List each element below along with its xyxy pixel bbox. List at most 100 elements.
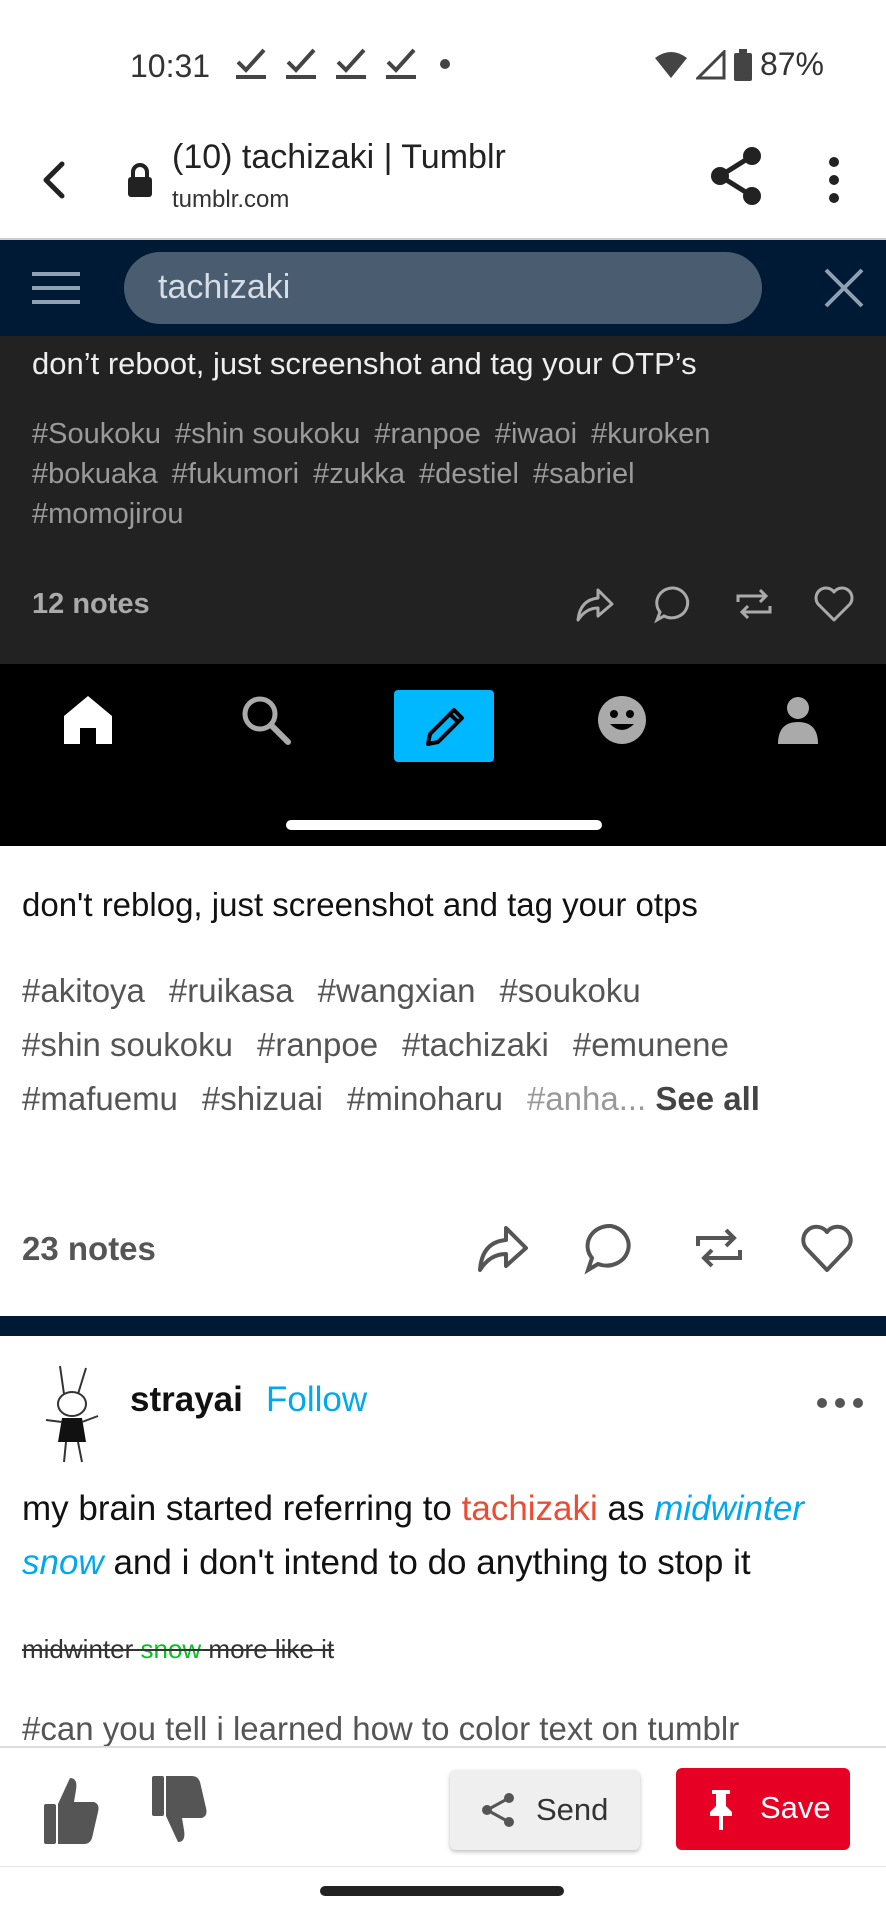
- save-label: Save: [760, 1790, 831, 1825]
- post-tags: #Soukoku #shin soukoku #ranpoe #iwaoi #kurok…: [32, 414, 862, 534]
- status-bar: 10:31 87%: [0, 0, 886, 130]
- post-divider: [0, 1316, 886, 1336]
- follow-button[interactable]: Follow: [266, 1380, 367, 1420]
- account-icon[interactable]: [768, 690, 828, 750]
- status-right: 87%: [654, 46, 824, 83]
- tag[interactable]: #emunene: [573, 1026, 729, 1063]
- post-actions: [474, 1220, 856, 1276]
- more-options-icon[interactable]: [816, 1396, 864, 1410]
- share-arrow-icon[interactable]: [474, 1220, 532, 1276]
- tag[interactable]: #tachizaki: [402, 1026, 549, 1063]
- page-url: tumblr.com: [172, 186, 290, 213]
- tag[interactable]: #kuroken: [591, 418, 710, 450]
- body-text: as: [597, 1489, 655, 1528]
- thumbs-up-icon[interactable]: [40, 1774, 102, 1846]
- post-actions: [572, 582, 856, 626]
- strike-text: more like it: [201, 1634, 335, 1664]
- lock-icon: [128, 163, 152, 197]
- more-vert-icon[interactable]: [820, 156, 848, 204]
- status-time: 10:31: [130, 48, 211, 84]
- tumblr-bottom-nav: [0, 664, 886, 846]
- tag[interactable]: #momojirou: [32, 498, 184, 530]
- post-tags: #akitoya #ruikasa #wangxian #soukoku #shin …: [22, 964, 872, 1126]
- comment-icon[interactable]: [582, 1220, 640, 1276]
- check-download-icon: [236, 48, 266, 79]
- post-text: don’t reboot, just screenshot and tag yo…: [32, 346, 697, 381]
- home-icon[interactable]: [58, 690, 118, 750]
- pencil-icon: [426, 708, 464, 746]
- tag[interactable]: #shin soukoku: [175, 418, 360, 450]
- tag[interactable]: #mafuemu: [22, 1080, 178, 1117]
- comment-icon[interactable]: [652, 582, 696, 626]
- notes-count[interactable]: 12 notes: [32, 588, 150, 621]
- tag-truncated[interactable]: #anha: [527, 1080, 619, 1117]
- close-icon[interactable]: [822, 266, 866, 310]
- tumblr-search-header: tachizaki: [0, 240, 886, 336]
- username[interactable]: strayai: [130, 1380, 243, 1420]
- tag[interactable]: #soukoku: [499, 972, 640, 1009]
- check-download-icon: [286, 48, 316, 79]
- post-text: my brain started referring to tachizaki …: [22, 1482, 872, 1590]
- tag[interactable]: #shin soukoku: [22, 1026, 233, 1063]
- tag[interactable]: #fukumori: [172, 458, 299, 490]
- post: don't reblog, just screenshot and tag yo…: [0, 846, 886, 1316]
- system-gesture-handle: [320, 1886, 564, 1896]
- pin-icon: [710, 1790, 732, 1830]
- search-query: tachizaki: [158, 268, 291, 306]
- tag[interactable]: #ranpoe: [257, 1026, 378, 1063]
- reblog-icon[interactable]: [732, 582, 776, 626]
- share-icon: [482, 1793, 514, 1827]
- tag[interactable]: #minoharu: [347, 1080, 503, 1117]
- body-red-text: tachizaki: [461, 1489, 598, 1528]
- tag[interactable]: #bokuaka: [32, 458, 158, 490]
- wifi-icon: [654, 51, 687, 78]
- body-text: my brain started referring to: [22, 1489, 462, 1528]
- tag[interactable]: #akitoya: [22, 972, 145, 1009]
- battery-level: 87%: [759, 46, 824, 82]
- send-label: Send: [536, 1792, 609, 1827]
- thumbs-down-icon[interactable]: [148, 1774, 210, 1846]
- body-text: and i don't intend to do anything to sto…: [103, 1543, 751, 1582]
- tag[interactable]: #can you tell i learned how to color tex…: [22, 1710, 739, 1746]
- post: strayai Follow my brain started referrin…: [0, 1336, 886, 1746]
- more-notifications-dot: [440, 59, 450, 69]
- search-icon[interactable]: [236, 690, 296, 750]
- back-arrow-icon[interactable]: [34, 152, 74, 208]
- tag[interactable]: #shizuai: [202, 1080, 323, 1117]
- send-button[interactable]: Send: [450, 1770, 640, 1850]
- tag[interactable]: #iwaoi: [495, 418, 577, 450]
- reblog-icon[interactable]: [690, 1220, 748, 1276]
- browser-toolbar: (10) tachizaki | Tumblr tumblr.com: [0, 130, 886, 240]
- tag[interactable]: #Soukoku: [32, 418, 161, 450]
- save-button[interactable]: Save: [676, 1768, 850, 1850]
- bottom-action-bar: Send Save: [0, 1746, 886, 1866]
- create-post-button[interactable]: [394, 690, 494, 762]
- tag-ellipsis: ...: [618, 1080, 647, 1117]
- share-arrow-icon[interactable]: [572, 582, 616, 626]
- see-all-tags-link[interactable]: See all: [655, 1080, 760, 1117]
- tag[interactable]: #zukka: [313, 458, 405, 490]
- avatar[interactable]: [36, 1358, 108, 1468]
- tag[interactable]: #ranpoe: [374, 418, 480, 450]
- like-heart-icon[interactable]: [812, 582, 856, 626]
- tag[interactable]: #ruikasa: [169, 972, 294, 1009]
- hamburger-menu-icon[interactable]: [32, 268, 80, 308]
- check-download-icon: [336, 48, 366, 79]
- battery-icon: [733, 48, 752, 81]
- post-text: don't reblog, just screenshot and tag yo…: [22, 886, 698, 923]
- share-icon[interactable]: [708, 146, 764, 206]
- signal-icon: [695, 49, 726, 79]
- tag[interactable]: #destiel: [419, 458, 519, 490]
- strikethrough-text: midwinter snow more like it: [22, 1634, 334, 1665]
- dark-post: don’t reboot, just screenshot and tag yo…: [0, 336, 886, 664]
- strike-text: midwinter: [22, 1634, 141, 1664]
- tag[interactable]: #wangxian: [318, 972, 476, 1009]
- like-heart-icon[interactable]: [798, 1220, 856, 1276]
- search-input[interactable]: tachizaki: [124, 252, 762, 324]
- page-title: (10) tachizaki | Tumblr: [172, 138, 506, 176]
- tag[interactable]: #sabriel: [533, 458, 635, 490]
- notes-count[interactable]: 23 notes: [22, 1230, 156, 1268]
- gesture-handle: [286, 820, 602, 830]
- check-download-icon: [386, 48, 416, 79]
- activity-face-icon[interactable]: [592, 690, 652, 750]
